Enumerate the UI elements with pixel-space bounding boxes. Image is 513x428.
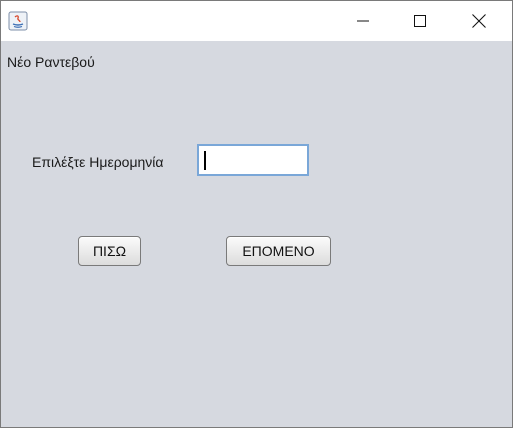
page-title: Νέο Ραντεβού	[7, 54, 95, 70]
maximize-icon	[414, 15, 426, 27]
minimize-button[interactable]	[340, 1, 386, 41]
date-input[interactable]	[197, 144, 309, 176]
text-cursor	[204, 151, 206, 170]
close-button[interactable]	[456, 1, 502, 41]
back-button[interactable]: ΠΙΣΩ	[78, 236, 141, 266]
close-icon	[472, 14, 486, 28]
next-button[interactable]: ΕΠΟΜΕΝΟ	[226, 236, 331, 266]
maximize-button[interactable]	[397, 1, 443, 41]
minimize-icon	[357, 20, 369, 22]
date-label: Επιλέξτε Ημερομηνία	[32, 154, 164, 170]
java-icon[interactable]	[8, 11, 28, 31]
title-bar[interactable]	[1, 1, 512, 41]
application-window: Νέο Ραντεβού Επιλέξτε Ημερομηνία ΠΙΣΩ ΕΠ…	[0, 0, 513, 428]
content-panel: Νέο Ραντεβού Επιλέξτε Ημερομηνία ΠΙΣΩ ΕΠ…	[1, 41, 512, 427]
